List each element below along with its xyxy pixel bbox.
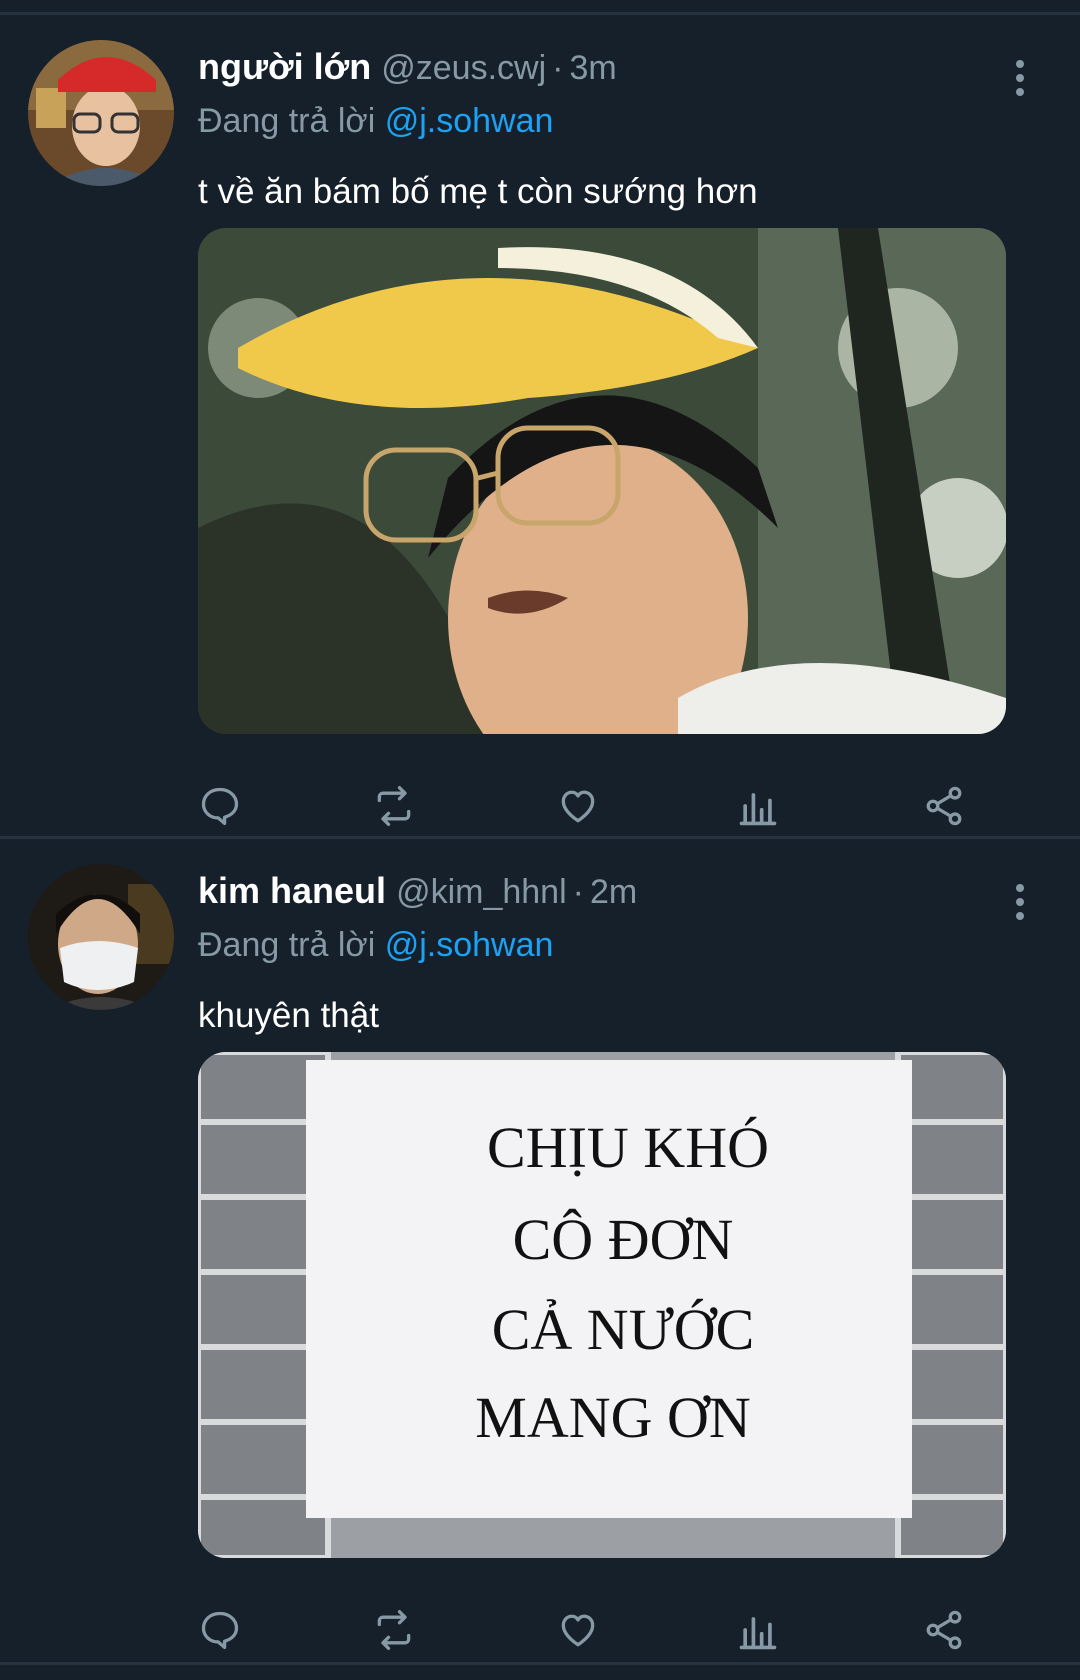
avatar[interactable] <box>28 864 174 1010</box>
like-button[interactable] <box>556 784 608 834</box>
timestamp[interactable]: 3m <box>569 49 616 87</box>
retweet-button[interactable] <box>372 1608 424 1658</box>
separator: · <box>552 49 564 87</box>
tweet-text: khuyên thật <box>198 996 379 1035</box>
retweet-icon <box>377 786 411 826</box>
display-name[interactable]: người lớn <box>198 46 371 87</box>
share-button[interactable] <box>922 1608 974 1658</box>
reply-prefix: Đang trả lời <box>198 926 376 964</box>
like-button[interactable] <box>556 1608 608 1658</box>
sign-line-4: MANG ƠN <box>475 1385 751 1450</box>
reply-prefix: Đang trả lời <box>198 102 376 140</box>
share-button[interactable] <box>922 784 974 834</box>
reply-mention[interactable]: @j.sohwan <box>385 926 554 964</box>
separator: · <box>572 873 584 911</box>
sign-line-1: CHỊU KHÓ <box>487 1115 769 1180</box>
timestamp[interactable]: 2m <box>590 873 637 911</box>
bottom-divider <box>0 1662 1080 1665</box>
sign-line-3: CẢ NƯỚC <box>492 1297 755 1362</box>
retweet-button[interactable] <box>372 784 424 834</box>
display-name[interactable]: kim haneul <box>198 870 386 911</box>
reply-button[interactable] <box>198 784 250 834</box>
user-handle[interactable]: @kim_hhnl <box>396 873 567 911</box>
reply-icon <box>201 1611 239 1650</box>
analytics-button[interactable] <box>736 1608 788 1658</box>
more-options-icon[interactable] <box>1010 884 1030 924</box>
tweet-actions <box>198 1608 1018 1658</box>
reply-context: Đang trả lời @j.sohwan <box>198 926 553 965</box>
reply-mention[interactable]: @j.sohwan <box>385 102 554 140</box>
reply-button[interactable] <box>198 1608 250 1658</box>
tweet-photo[interactable]: CHỊU KHÓ CÔ ĐƠN CẢ NƯỚC MANG ƠN <box>198 1052 1006 1558</box>
like-icon <box>561 1614 595 1647</box>
tweet-header: người lớn @zeus.cwj · 3m <box>198 40 617 94</box>
like-icon <box>561 790 595 823</box>
retweet-icon <box>377 1610 411 1650</box>
tweet-photo[interactable] <box>198 228 1006 734</box>
tweet-text: t về ăn bám bố mẹ t còn sướng hơn <box>198 172 758 211</box>
sign-line-2: CÔ ĐƠN <box>513 1207 734 1272</box>
tweet-header: kim haneul @kim_hhnl · 2m <box>198 864 637 918</box>
analytics-icon <box>739 793 777 826</box>
share-icon <box>926 1610 962 1650</box>
avatar[interactable] <box>28 40 174 186</box>
reply-context: Đang trả lời @j.sohwan <box>198 102 553 141</box>
user-handle[interactable]: @zeus.cwj <box>381 49 546 87</box>
reply-icon <box>201 787 239 826</box>
more-options-icon[interactable] <box>1010 60 1030 100</box>
analytics-icon <box>739 1617 777 1650</box>
tweet-actions <box>198 784 1018 834</box>
analytics-button[interactable] <box>736 784 788 834</box>
tweet-2[interactable]: kim haneul @kim_hhnl · 2m Đang trả lời @j.s… <box>0 838 1080 1662</box>
share-icon <box>926 786 962 826</box>
tweet-1[interactable]: người lớn @zeus.cwj · 3m Đang trả lời @j.so… <box>0 14 1080 838</box>
